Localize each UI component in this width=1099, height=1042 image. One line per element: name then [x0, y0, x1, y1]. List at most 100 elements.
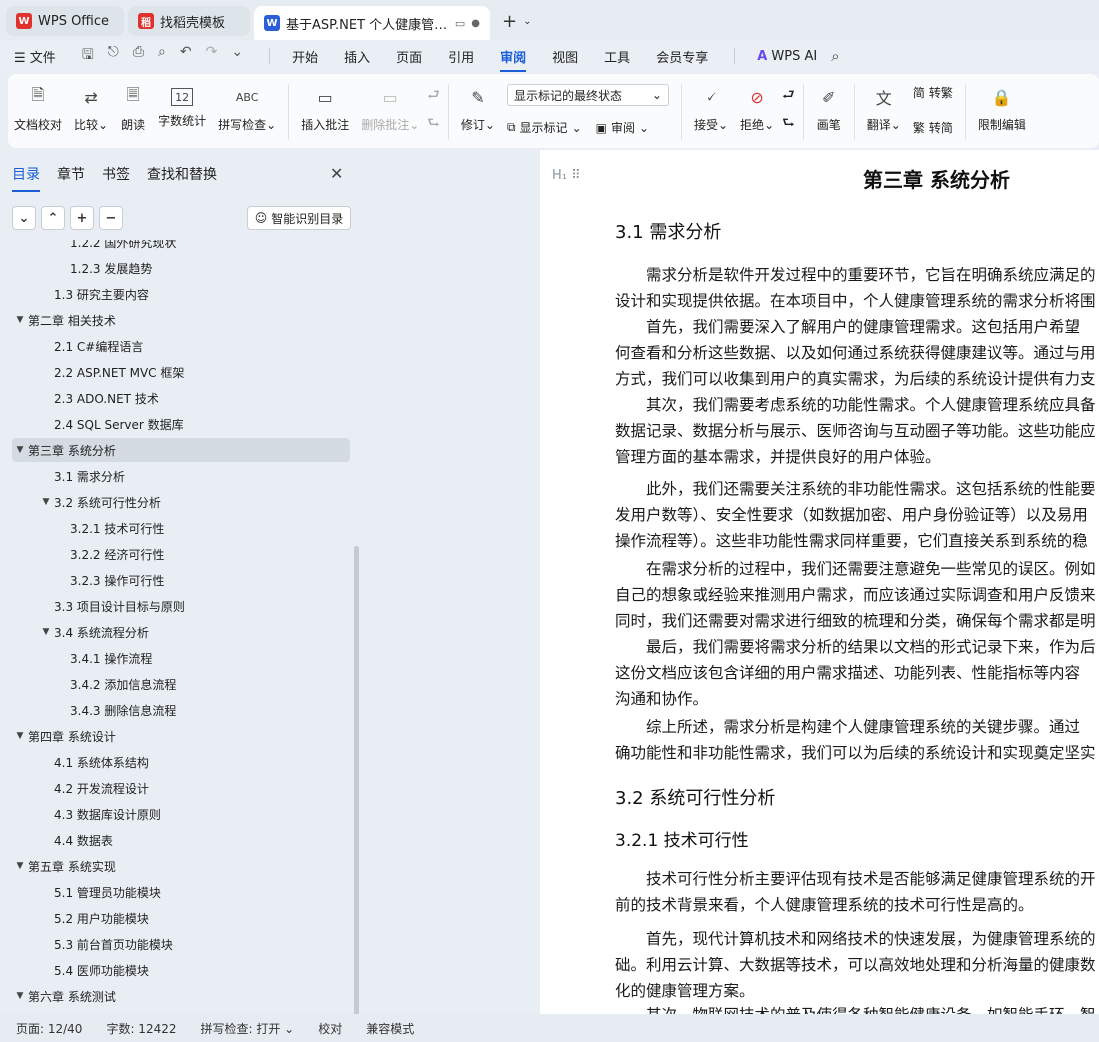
expand-triangle-icon[interactable]: ▼: [12, 991, 28, 1001]
menu-view[interactable]: 视图: [552, 47, 578, 66]
show-markup-button[interactable]: ⧉ 显示标记 ⌄: [507, 119, 582, 136]
expand-triangle-icon[interactable]: ▼: [38, 497, 54, 507]
toc-item[interactable]: 2.2 ASP.NET MVC 框架: [12, 360, 350, 384]
track-changes-button[interactable]: ✎ 修订⌄: [455, 84, 501, 140]
toc-item[interactable]: 4.1 系统体系结构: [12, 750, 350, 774]
prev-change-icon[interactable]: ⮐: [782, 84, 795, 108]
toc-item[interactable]: 3.4.3 删除信息流程: [12, 698, 350, 722]
nav-tab-toc[interactable]: 目录: [12, 164, 40, 192]
pen-button[interactable]: ✐ 画笔: [810, 84, 848, 140]
toc-item[interactable]: ▼ 第二章 相关技术: [12, 308, 350, 332]
menu-review[interactable]: 审阅: [500, 47, 527, 72]
close-icon[interactable]: ✕: [330, 164, 343, 183]
toc-item[interactable]: 5.2 用户功能模块: [12, 906, 350, 930]
word-count-button[interactable]: 12 字数统计: [152, 84, 212, 140]
toc-item-label: 3.2 系统可行性分析: [54, 495, 161, 510]
menu-tools[interactable]: 工具: [604, 47, 630, 66]
translate-button[interactable]: 文翻译⌄: [861, 84, 907, 140]
toc-item[interactable]: ▼ 3.2 系统可行性分析: [12, 490, 350, 514]
share-icon[interactable]: ⎋: [108, 44, 119, 68]
more-icon[interactable]: ⌄: [231, 44, 243, 68]
toc-item[interactable]: 2.3 ADO.NET 技术: [12, 386, 350, 410]
word-count[interactable]: 字数: 12422: [106, 1020, 176, 1037]
expand-triangle-icon[interactable]: ▼: [12, 315, 28, 325]
tab-template[interactable]: 稻 找稻壳模板: [128, 6, 250, 36]
to-traditional-button[interactable]: 简转繁: [913, 84, 953, 101]
next-comment-icon[interactable]: ⮑: [427, 112, 440, 136]
read-aloud-button[interactable]: 🗏 朗读: [114, 84, 152, 140]
prev-comment-icon[interactable]: ⮐: [427, 84, 440, 108]
redo-icon[interactable]: ↷: [206, 44, 218, 68]
toc-item[interactable]: 1.2.3 发展趋势: [12, 256, 350, 280]
toc-item[interactable]: ▼ 3.4 系统流程分析: [12, 620, 350, 644]
expand-triangle-icon[interactable]: ▼: [12, 445, 28, 455]
undo-icon[interactable]: ↶: [180, 44, 192, 68]
page-indicator[interactable]: 页面: 12/40: [16, 1020, 82, 1037]
nav-tab-find-replace[interactable]: 查找和替换: [147, 164, 217, 184]
add-heading-icon[interactable]: +: [70, 206, 94, 230]
toc-item[interactable]: 4.4 数据表: [12, 828, 350, 852]
spell-check-button[interactable]: ABC 拼写检查⌄: [212, 84, 282, 140]
proofread-status[interactable]: 校对: [318, 1020, 342, 1037]
menu-reference[interactable]: 引用: [448, 47, 474, 66]
smart-toc-button[interactable]: ☺ 智能识别目录: [247, 206, 351, 230]
toc-item[interactable]: 3.2.3 操作可行性: [12, 568, 350, 592]
reject-button[interactable]: ⊘ 拒绝⌄: [734, 84, 780, 140]
to-simplified-button[interactable]: 繁转简: [913, 119, 953, 136]
save-icon[interactable]: 🖫: [82, 44, 94, 68]
toc-item[interactable]: ▼ 第四章 系统设计: [12, 724, 350, 748]
compare-button[interactable]: ⇄ 比较⌄: [68, 84, 114, 140]
accept-button[interactable]: 🗸 接受⌄: [688, 84, 734, 140]
insert-comment-button[interactable]: ▭ 插入批注: [295, 84, 355, 140]
restrict-edit-button[interactable]: 🔒 限制编辑: [972, 84, 1032, 140]
expand-triangle-icon[interactable]: ▼: [12, 861, 28, 871]
toc-item[interactable]: 2.4 SQL Server 数据库: [12, 412, 350, 436]
file-menu[interactable]: ☰ 文件: [14, 47, 56, 66]
toc-item[interactable]: 3.4.1 操作流程: [12, 646, 350, 670]
toc-item[interactable]: 3.2.1 技术可行性: [12, 516, 350, 540]
chevron-down-icon[interactable]: ⌄: [523, 16, 531, 27]
wps-ai-button[interactable]: A WPS AI: [757, 49, 817, 64]
toc-item[interactable]: 4.2 开发流程设计: [12, 776, 350, 800]
heading-handle-icon[interactable]: H₁ ⠿: [552, 168, 581, 183]
print-preview-icon[interactable]: ⌕: [158, 44, 166, 68]
toc-item[interactable]: 3.4.2 添加信息流程: [12, 672, 350, 696]
toc-item[interactable]: 2.1 C#编程语言: [12, 334, 350, 358]
nav-tab-sections[interactable]: 章节: [57, 164, 85, 184]
toc-item[interactable]: 4.3 数据库设计原则: [12, 802, 350, 826]
toc-item[interactable]: 3.2.2 经济可行性: [12, 542, 350, 566]
proofread-button[interactable]: 🗎 文档校对: [8, 84, 68, 140]
toc-item[interactable]: 3.1 需求分析: [12, 464, 350, 488]
new-tab-icon[interactable]: +: [502, 11, 517, 32]
toc-item[interactable]: ▼ 第三章 系统分析: [12, 438, 350, 462]
toc-item[interactable]: 5.3 前台首页功能模块: [12, 932, 350, 956]
toc-item[interactable]: ▼ 第五章 系统实现: [12, 854, 350, 878]
spell-check-status[interactable]: 拼写检查: 打开 ⌄: [201, 1020, 295, 1037]
toc-item[interactable]: 3.3 项目设计目标与原则: [12, 594, 350, 618]
print-icon[interactable]: ⎙: [133, 44, 144, 68]
tab-wps-office[interactable]: W WPS Office: [6, 6, 124, 36]
collapse-all-icon[interactable]: ⌄: [12, 206, 36, 230]
toc-item[interactable]: 5.4 医师功能模块: [12, 958, 350, 982]
toc-item[interactable]: 1.2.2 国外研究现状: [12, 240, 350, 254]
markup-state-select[interactable]: 显示标记的最终状态 ⌄: [506, 84, 669, 106]
expand-up-icon[interactable]: ⌃: [41, 206, 65, 230]
document-page[interactable]: H₁ ⠿ 第三章 系统分析 3.1 需求分析 需求分析是软件开发过程中的重要环节…: [540, 150, 1099, 1014]
expand-triangle-icon[interactable]: ▼: [38, 627, 54, 637]
menu-insert[interactable]: 插入: [344, 47, 370, 66]
toc-item[interactable]: 1.3 研究主要内容: [12, 282, 350, 306]
next-change-icon[interactable]: ⮑: [782, 112, 795, 136]
menu-start[interactable]: 开始: [292, 47, 318, 66]
toc-item[interactable]: ▼ 第六章 系统测试: [12, 984, 350, 1008]
nav-scrollbar[interactable]: [354, 546, 359, 1042]
tab-document[interactable]: W 基于ASP.NET 个人健康管理系 ▭ ●: [254, 6, 490, 40]
search-icon[interactable]: ⌕: [831, 47, 839, 65]
nav-tab-bookmarks[interactable]: 书签: [102, 164, 130, 184]
review-pane-button[interactable]: ▣ 审阅 ⌄: [596, 119, 649, 136]
expand-triangle-icon[interactable]: ▼: [12, 731, 28, 741]
toc-item[interactable]: 5.1 管理员功能模块: [12, 880, 350, 904]
menu-member[interactable]: 会员专享: [656, 47, 708, 66]
delete-comment-button[interactable]: ▭ 删除批注⌄: [355, 84, 425, 140]
menu-page[interactable]: 页面: [396, 47, 422, 66]
remove-heading-icon[interactable]: −: [99, 206, 123, 230]
